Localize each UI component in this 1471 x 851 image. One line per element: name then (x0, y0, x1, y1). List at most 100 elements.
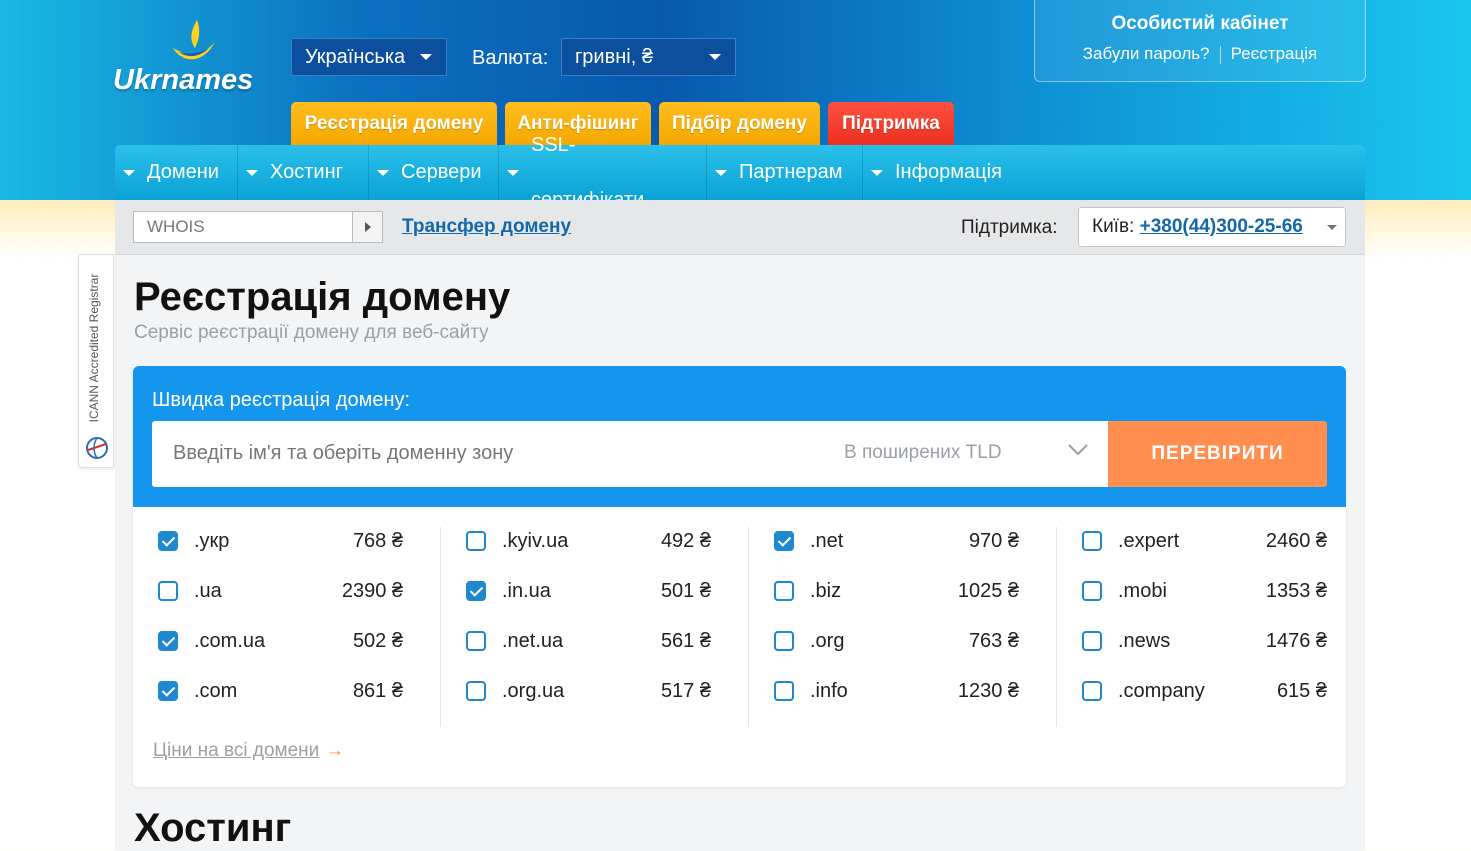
icann-badge-text: ICANN Accredited Registrar (87, 273, 101, 423)
nav-item-information[interactable]: Інформація (863, 145, 1023, 200)
nav-item-domains[interactable]: Домени (115, 145, 238, 200)
zone-item[interactable]: .in.ua 501 ₴ (441, 577, 749, 607)
zone-checkbox[interactable] (1082, 581, 1102, 601)
support-city: Київ: (1092, 216, 1135, 237)
zone-checkbox[interactable] (774, 681, 794, 701)
zone-item[interactable]: .com 861 ₴ (133, 677, 441, 707)
zone-item[interactable]: .expert 2460 ₴ (1057, 527, 1346, 557)
zone-price: 502 ₴ (352, 630, 403, 652)
nav-label: Партнерам (739, 161, 843, 183)
zone-column: .net 970 ₴ .biz 1025 ₴ .org 763 ₴ .info 1230… (749, 527, 1057, 727)
zone-item[interactable]: .net.ua 561 ₴ (441, 627, 749, 657)
forgot-password-link[interactable]: Забули пароль? (1073, 44, 1220, 63)
zone-price: 2390 ₴ (341, 580, 403, 602)
currency-label: Валюта: (472, 47, 549, 69)
icann-badge[interactable]: ICANN Accredited Registrar (78, 254, 114, 468)
zone-item[interactable]: .news 1476 ₴ (1057, 627, 1346, 657)
nav-item-servers[interactable]: Сервери (369, 145, 499, 200)
zone-price: 1230 ₴ (957, 680, 1019, 702)
zone-name: .net (810, 530, 844, 552)
zone-column: .kyiv.ua 492 ₴ .in.ua 501 ₴ .net.ua 561 ₴ .… (441, 527, 749, 727)
zone-item[interactable]: .ua 2390 ₴ (133, 577, 441, 607)
whois-submit-button[interactable] (352, 212, 382, 242)
zone-price: 970 ₴ (968, 530, 1019, 552)
chevron-down-icon (1327, 225, 1337, 230)
chevron-down-icon[interactable] (1067, 443, 1089, 457)
hosting-section-title: Хостинг (134, 806, 292, 850)
main-nav: Домени Хостинг Сервери SSL-сертифікати П… (115, 134, 1365, 211)
zone-item[interactable]: .biz 1025 ₴ (749, 577, 1057, 607)
nav-label: Домени (147, 161, 219, 183)
check-domain-button[interactable]: ПЕРЕВІРИТИ (1108, 421, 1327, 487)
domain-search-input[interactable]: Введіть ім'я та оберіть доменну зону В п… (152, 421, 1108, 487)
zone-checkbox[interactable] (774, 581, 794, 601)
zone-checkbox[interactable] (1082, 681, 1102, 701)
zone-checkbox[interactable] (466, 681, 486, 701)
zone-item[interactable]: .mobi 1353 ₴ (1057, 577, 1346, 607)
logo[interactable]: Ukrnames (113, 18, 278, 98)
zone-item[interactable]: .org.ua 517 ₴ (441, 677, 749, 707)
domain-search-placeholder: Введіть ім'я та оберіть доменну зону (173, 442, 514, 464)
zone-checkbox[interactable] (158, 581, 178, 601)
quick-registration-label: Швидка реєстрація домену: (152, 389, 411, 411)
zone-checkbox[interactable] (158, 631, 178, 651)
nav-label: Інформація (895, 161, 1002, 183)
arrow-right-icon (365, 222, 371, 232)
nav-item-partners[interactable]: Партнерам (707, 145, 863, 200)
arrow-right-icon: → (325, 740, 345, 761)
register-link[interactable]: Реєстрація (1221, 44, 1328, 63)
language-value: Українська (305, 46, 406, 68)
nav-item-hosting[interactable]: Хостинг (238, 145, 369, 200)
zone-item[interactable]: .company 615 ₴ (1057, 677, 1346, 707)
zone-item[interactable]: .org 763 ₴ (749, 627, 1057, 657)
zone-name: .expert (1118, 530, 1180, 552)
logo-swoosh-icon (173, 20, 215, 60)
zone-price: 517 ₴ (660, 680, 711, 702)
icann-globe-icon (86, 437, 108, 459)
zone-price: 1353 ₴ (1265, 580, 1327, 602)
caret-down-icon (246, 169, 258, 176)
language-select[interactable]: Українська (291, 38, 447, 76)
zone-name: .com.ua (194, 630, 266, 652)
zone-name: .kyiv.ua (502, 530, 569, 552)
zone-price: 561 ₴ (660, 630, 711, 652)
tld-select[interactable]: В поширених TLD (844, 442, 1002, 464)
tab-support[interactable]: Підтримка (828, 102, 954, 145)
caret-down-icon (871, 169, 883, 176)
zone-checkbox[interactable] (1082, 631, 1102, 651)
zone-checkbox[interactable] (774, 531, 794, 551)
zone-item[interactable]: .info 1230 ₴ (749, 677, 1057, 707)
zone-name: .in.ua (502, 580, 551, 602)
zone-column: .expert 2460 ₴ .mobi 1353 ₴ .news 1476 ₴ .c… (1057, 527, 1346, 727)
page-title: Реєстрація домену (134, 275, 511, 319)
zone-checkbox[interactable] (466, 531, 486, 551)
zone-price: 615 ₴ (1276, 680, 1327, 702)
zone-checkbox[interactable] (466, 581, 486, 601)
zone-name: .com (194, 680, 238, 702)
account-panel: Особистий кабінет Забули пароль? Реєстрац… (1034, 0, 1366, 82)
all-prices-link[interactable]: Ціни на всі домени → (153, 740, 344, 762)
zone-checkbox[interactable] (774, 631, 794, 651)
whois-input[interactable]: WHOIS (133, 211, 383, 243)
quick-registration-panel: Швидка реєстрація домену: Введіть ім'я т… (133, 366, 1346, 507)
nav-label: Хостинг (270, 161, 343, 183)
account-title[interactable]: Особистий кабінет (1035, 13, 1365, 35)
zone-name: .biz (810, 580, 842, 602)
transfer-domain-link[interactable]: Трансфер домену (402, 216, 571, 238)
nav-item-ssl[interactable]: SSL-сертифікати (499, 134, 707, 211)
quick-registration-card: Швидка реєстрація домену: Введіть ім'я т… (133, 366, 1346, 787)
zone-item[interactable]: .net 970 ₴ (749, 527, 1057, 557)
zone-item[interactable]: .kyiv.ua 492 ₴ (441, 527, 749, 557)
zone-item[interactable]: .укр 768 ₴ (133, 527, 441, 557)
caret-down-icon (377, 169, 389, 176)
support-phone-select[interactable]: Київ: +380(44)300-25-66 (1078, 207, 1346, 247)
zone-checkbox[interactable] (466, 631, 486, 651)
support-phone-link[interactable]: +380(44)300-25-66 (1140, 216, 1303, 237)
zone-checkbox[interactable] (1082, 531, 1102, 551)
zone-item[interactable]: .com.ua 502 ₴ (133, 627, 441, 657)
zone-checkbox[interactable] (158, 681, 178, 701)
currency-select[interactable]: гривні, ₴ (561, 38, 736, 76)
page-subtitle: Сервіс реєстрації домену для веб-сайту (134, 322, 489, 343)
zone-checkbox[interactable] (158, 531, 178, 551)
tab-domain-registration[interactable]: Реєстрація домену (291, 102, 497, 145)
